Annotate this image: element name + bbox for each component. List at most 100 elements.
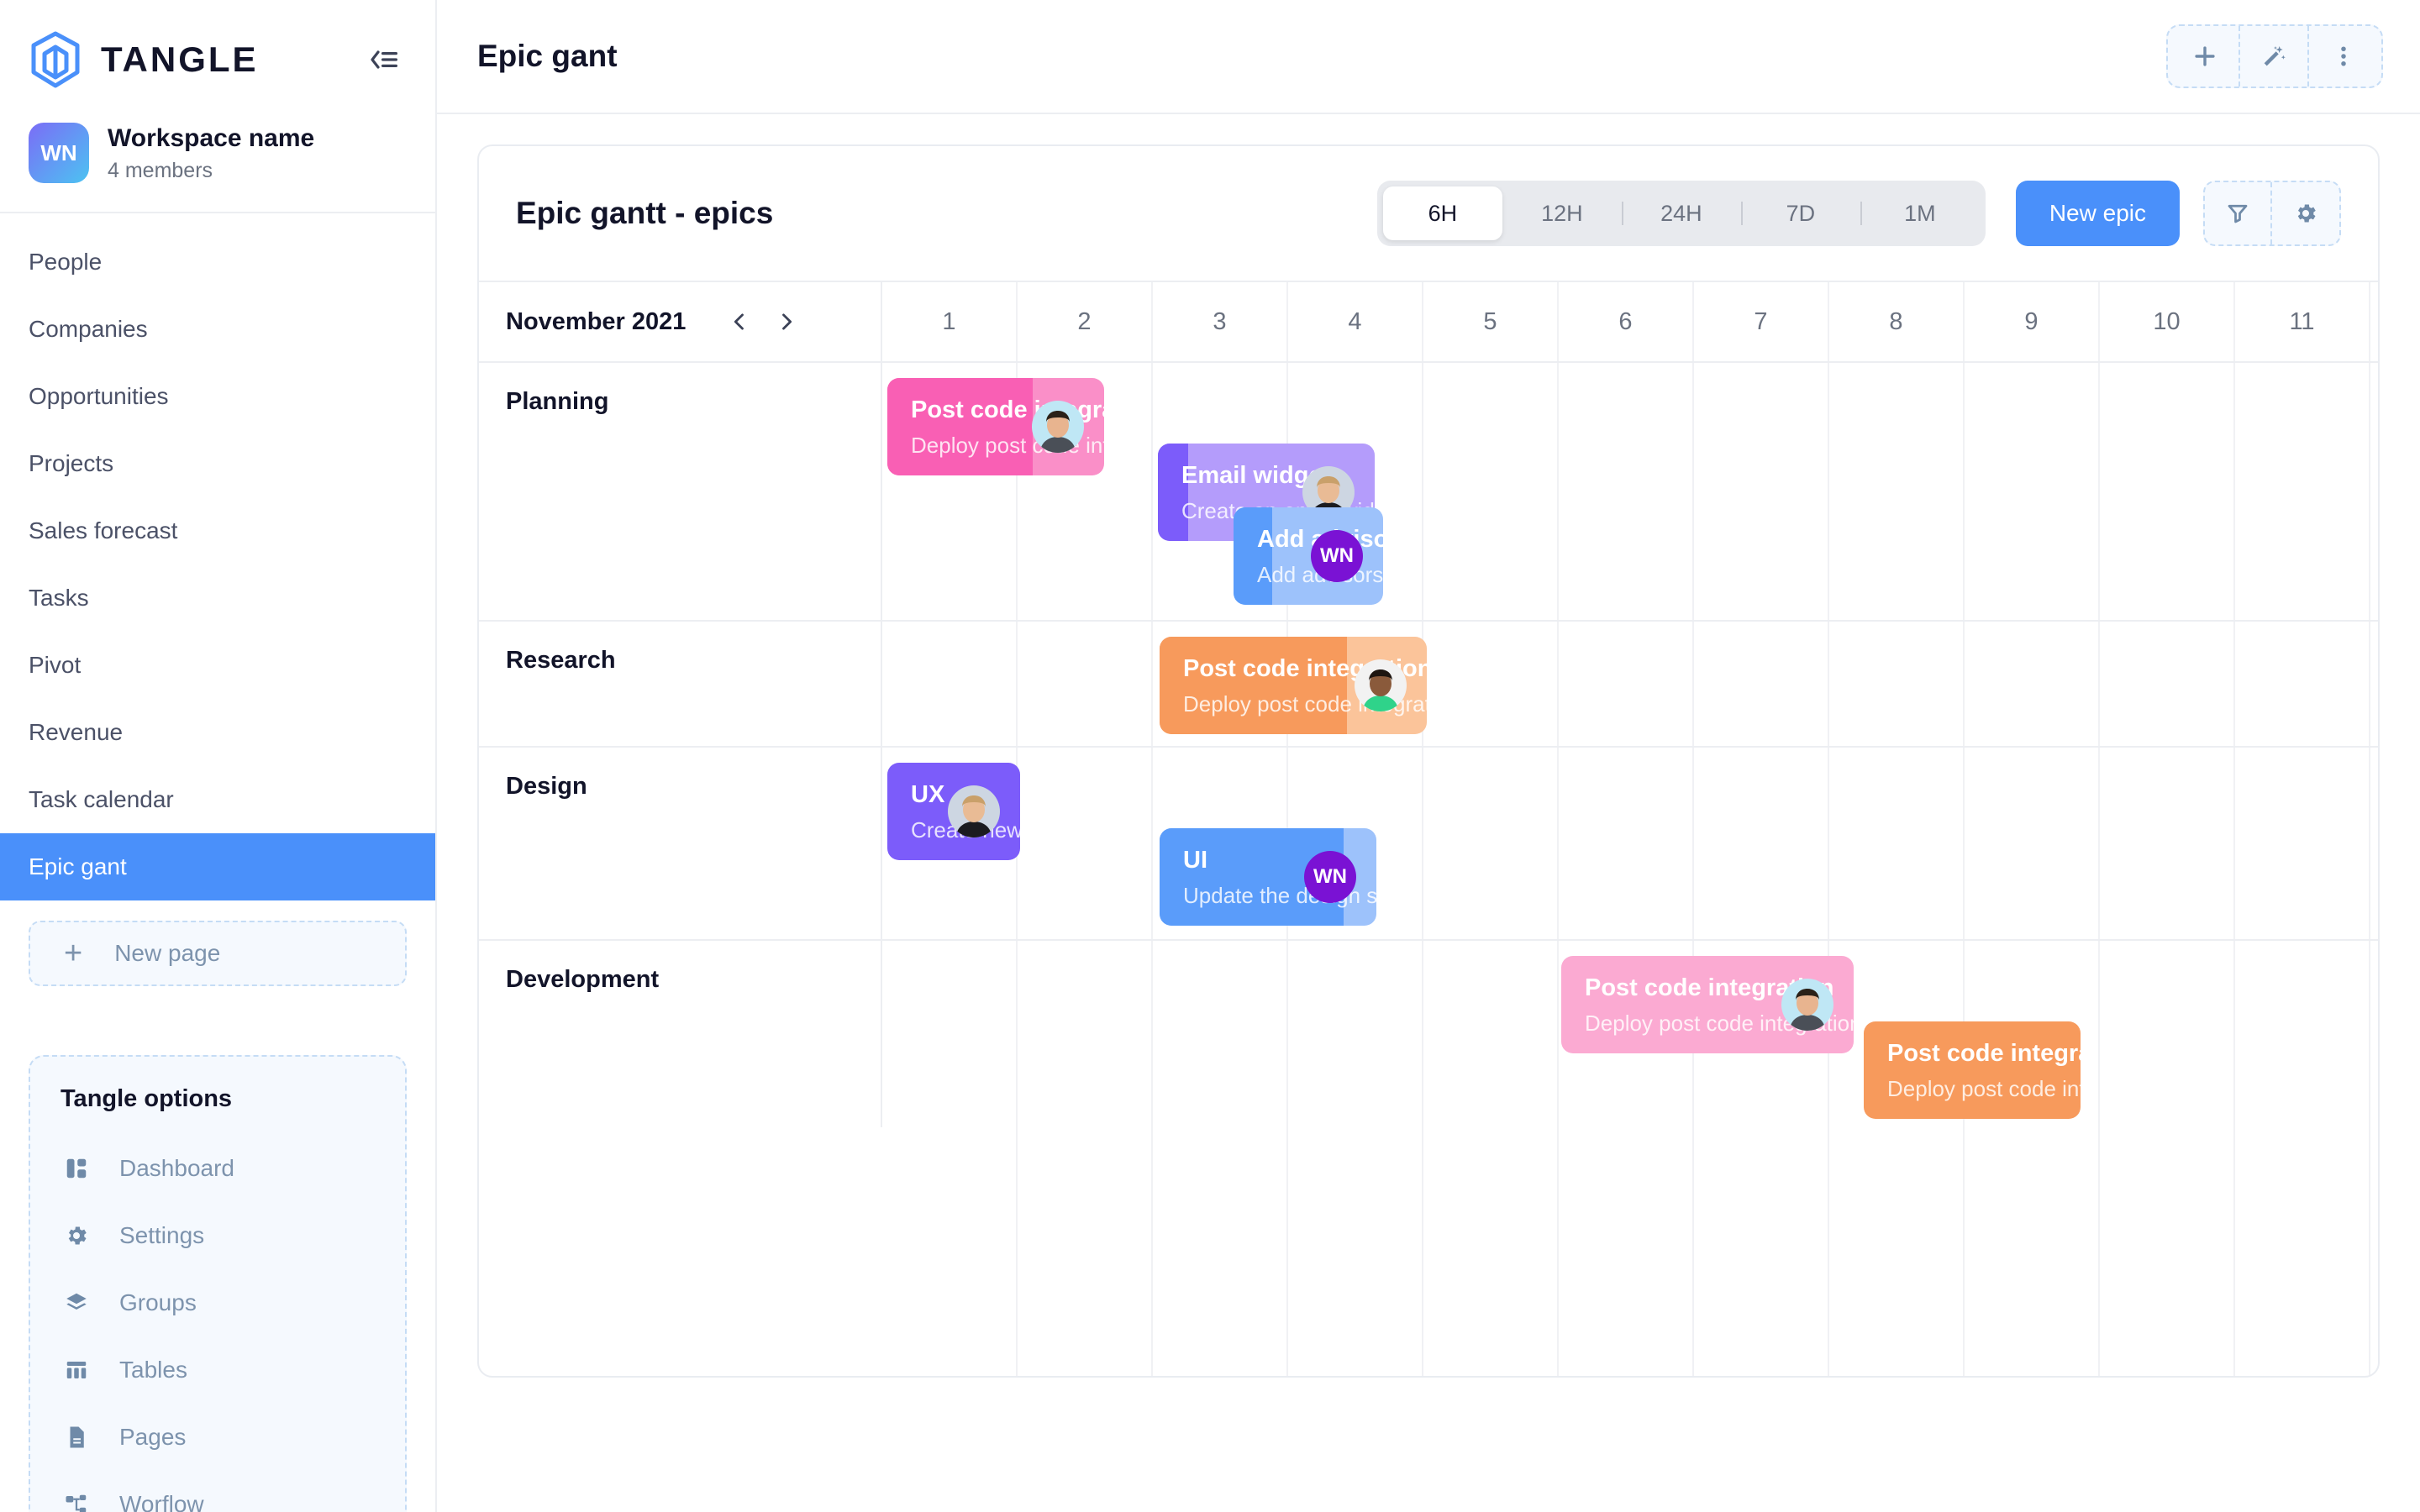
sidebar-item-people[interactable]: People [0, 228, 435, 296]
page-title: Epic gant [477, 39, 618, 73]
day-header-cell: 7 [1694, 282, 1829, 361]
magic-wand-button[interactable] [2240, 26, 2309, 87]
gantt-task-title: Post code integration [1887, 1040, 2081, 1068]
time-range-segmented-control: 6H 12H 24H 7D 1M [1376, 181, 1986, 246]
document-icon [60, 1421, 92, 1453]
content-area: Epic gantt - epics 6H 12H 24H 7D 1M New … [437, 114, 2420, 1512]
sidebar-item-task-calendar[interactable]: Task calendar [0, 766, 435, 833]
month-nav [716, 298, 810, 345]
option-item-groups[interactable]: Groups [30, 1269, 405, 1336]
option-label: Settings [119, 1222, 205, 1248]
day-header-cell: 8 [1829, 282, 1965, 361]
sidebar-item-pivot[interactable]: Pivot [0, 632, 435, 699]
range-tab-24h[interactable]: 24H [1621, 186, 1741, 240]
gantt-date-header: November 2021 1 2 3 4 5 6 7 8 9 10 11 [479, 281, 2378, 363]
option-label: Groups [119, 1289, 197, 1315]
plus-icon: + [64, 936, 83, 971]
assignee-avatar [1355, 659, 1407, 711]
gantt-row-track: UXCreate new flow UIUpdate the design sys… [882, 748, 2378, 939]
new-epic-button[interactable]: New epic [2015, 181, 2180, 246]
assignee-avatar [1032, 401, 1084, 453]
day-header-cell: 9 [1965, 282, 2100, 361]
sidebar-item-revenue[interactable]: Revenue [0, 699, 435, 766]
option-label: Tables [119, 1357, 187, 1383]
day-header-cell: 2 [1018, 282, 1153, 361]
day-header-cell: 5 [1423, 282, 1559, 361]
sidebar-item-tasks[interactable]: Tasks [0, 564, 435, 632]
option-label: Worflow [119, 1491, 204, 1512]
gantt-row-track: Post code integration Deploy post code in… [882, 941, 2378, 1127]
option-label: Dashboard [119, 1155, 234, 1181]
more-options-button[interactable] [2309, 26, 2378, 87]
gantt-settings-button[interactable] [2272, 182, 2339, 244]
chevron-left-icon[interactable] [716, 298, 763, 345]
gantt-row-label: Design [479, 748, 882, 939]
gantt-task-bar[interactable]: Post code integration Deploy post code in… [1864, 1021, 2081, 1119]
workspace-avatar: WN [29, 123, 89, 183]
sidebar-item-projects[interactable]: Projects [0, 430, 435, 497]
gantt-row-label: Planning [479, 363, 882, 620]
sidebar-item-sales-forecast[interactable]: Sales forecast [0, 497, 435, 564]
sidebar-item-companies[interactable]: Companies [0, 296, 435, 363]
range-tab-12h[interactable]: 12H [1502, 186, 1622, 240]
gantt-task-subtitle: Deploy post code integrat [1887, 1075, 2081, 1101]
option-item-worflow[interactable]: Worflow [30, 1471, 405, 1512]
gantt-task-bar[interactable]: Post code integrationDeploy post code in… [1160, 637, 1427, 734]
sidebar: TANGLE WN Workspace name 4 members Peopl… [0, 0, 437, 1512]
tangle-options-panel: Tangle options Dashboard Settings Groups… [29, 1055, 407, 1512]
gantt-task-bar[interactable]: Post code integrationDeploy post code in… [1561, 956, 1854, 1053]
gantt-card-header: Epic gantt - epics 6H 12H 24H 7D 1M New … [479, 146, 2378, 281]
gantt-task-bar[interactable]: UXCreate new flow [887, 763, 1020, 860]
assignee-avatar [948, 785, 1000, 837]
gear-icon [60, 1220, 92, 1252]
option-item-tables[interactable]: Tables [30, 1336, 405, 1404]
day-header-cells: 1 2 3 4 5 6 7 8 9 10 11 [882, 282, 2378, 361]
range-tab-6h[interactable]: 6H [1382, 186, 1502, 240]
day-header-cell: 6 [1559, 282, 1694, 361]
day-header-cell: 10 [2100, 282, 2235, 361]
collapse-sidebar-icon[interactable] [361, 41, 407, 78]
filter-button[interactable] [2205, 182, 2272, 244]
brand-name: TANGLE [101, 39, 259, 79]
option-item-dashboard[interactable]: Dashboard [30, 1135, 405, 1202]
workspace-meta: Workspace name 4 members [108, 123, 314, 183]
tangle-options-title: Tangle options [60, 1085, 233, 1112]
gantt-row: PlanningPost code integrationDeploy post… [479, 363, 2378, 622]
range-tab-7d[interactable]: 7D [1740, 186, 1860, 240]
gantt-card-actions [2203, 181, 2341, 246]
gantt-card: Epic gantt - epics 6H 12H 24H 7D 1M New … [477, 144, 2380, 1378]
new-page-button[interactable]: + New page [29, 921, 407, 986]
sidebar-item-epic-gant[interactable]: Epic gant [0, 833, 435, 900]
new-page-wrap: + New page [0, 900, 435, 986]
workspace-row[interactable]: WN Workspace name 4 members [0, 114, 435, 213]
option-label: Pages [119, 1424, 187, 1450]
range-tab-1m[interactable]: 1M [1860, 186, 1980, 240]
assignee-avatar [1781, 979, 1833, 1031]
gantt-card-title: Epic gantt - epics [516, 196, 774, 230]
month-navigator: November 2021 [479, 282, 882, 361]
gantt-task-bar[interactable]: Post code integrationDeploy post code in… [887, 378, 1104, 475]
workspace-name: Workspace name [108, 124, 315, 153]
table-icon [60, 1354, 92, 1386]
brand-row: TANGLE [0, 0, 435, 114]
day-header-cell: 11 [2235, 282, 2370, 361]
dashboard-icon [60, 1152, 92, 1184]
day-header-cell: 3 [1153, 282, 1288, 361]
gantt-task-bar[interactable]: UIUpdate the design systemWN [1160, 828, 1376, 926]
app-root: TANGLE WN Workspace name 4 members Peopl… [0, 0, 2420, 1512]
gantt-row-track: Post code integrationDeploy post code in… [882, 622, 2378, 746]
gantt-chart: November 2021 1 2 3 4 5 6 7 8 9 10 11 Pl… [479, 281, 2378, 1376]
day-header-cell: 1 [882, 282, 1018, 361]
assignee-avatar: WN [1311, 530, 1363, 582]
option-item-pages[interactable]: Pages [30, 1404, 405, 1471]
option-item-settings[interactable]: Settings [30, 1202, 405, 1269]
sidebar-item-opportunities[interactable]: Opportunities [0, 363, 435, 430]
gantt-row: Development Post code integration Deploy p… [479, 941, 2378, 1127]
add-button[interactable] [2171, 26, 2240, 87]
chevron-right-icon[interactable] [763, 298, 810, 345]
day-header-cell: 4 [1288, 282, 1423, 361]
gantt-row-label: Development [479, 941, 882, 1127]
topbar-actions [2166, 24, 2383, 88]
workspace-members: 4 members [108, 158, 213, 182]
gantt-task-bar[interactable]: Add advisorsAdd advisorsWN [1234, 507, 1383, 605]
